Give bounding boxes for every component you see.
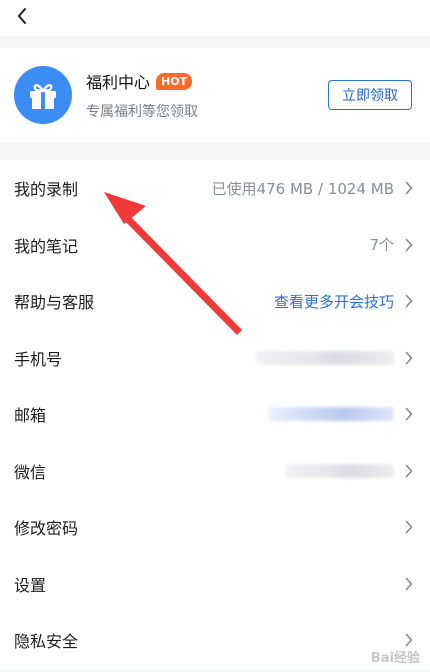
menu-item-wechat[interactable]: 微信 (0, 443, 430, 500)
menu-item-email[interactable]: 邮箱 (0, 386, 430, 443)
settings-list: 我的录制 已使用476 MB / 1024 MB 我的笔记 7个 帮助与客服 查… (0, 160, 430, 669)
menu-item-label: 微信 (14, 462, 47, 482)
chevron-right-icon (404, 181, 414, 195)
chevron-right-icon (404, 238, 414, 252)
chevron-right-icon (404, 407, 414, 421)
welfare-title: 福利中心 (86, 73, 151, 92)
menu-item-label: 邮箱 (14, 406, 47, 426)
section-gap (0, 142, 430, 160)
back-button[interactable] (10, 4, 34, 28)
chevron-right-icon (404, 464, 414, 478)
menu-item-label: 帮助与客服 (14, 293, 95, 313)
menu-item-my-recordings[interactable]: 我的录制 已使用476 MB / 1024 MB (0, 160, 430, 217)
menu-item-label: 我的录制 (14, 180, 79, 200)
redacted-phone-value (256, 350, 394, 365)
redacted-wechat-value (286, 463, 394, 478)
chevron-right-icon (404, 577, 414, 591)
baidu-watermark: Bai经验 (370, 651, 420, 666)
hot-badge: HOT (156, 72, 193, 90)
chevron-right-icon (404, 520, 414, 534)
menu-item-change-password[interactable]: 修改密码 (0, 499, 430, 556)
storage-usage-value: 已使用476 MB / 1024 MB (211, 179, 394, 198)
chevron-left-icon (18, 8, 26, 24)
menu-item-label: 隐私安全 (14, 632, 79, 652)
notes-count-value: 7个 (369, 236, 394, 255)
chevron-right-icon (404, 351, 414, 365)
menu-item-label: 设置 (14, 575, 47, 595)
welfare-center-card[interactable]: 福利中心 HOT 专属福利等您领取 立即领取 (0, 48, 430, 142)
menu-item-label: 手机号 (14, 349, 63, 369)
welfare-title-row: 福利中心 HOT (86, 69, 198, 93)
menu-item-my-notes[interactable]: 我的笔记 7个 (0, 217, 430, 274)
chevron-right-icon (404, 633, 414, 647)
gift-icon (14, 66, 72, 124)
chevron-right-icon (404, 294, 414, 308)
menu-item-privacy-security[interactable]: 隐私安全 (0, 612, 430, 669)
account-settings-page: 福利中心 HOT 专属福利等您领取 立即领取 我的录制 已使用476 MB / … (0, 0, 430, 672)
menu-item-phone[interactable]: 手机号 (0, 330, 430, 387)
section-gap (0, 36, 430, 48)
welfare-text: 福利中心 HOT 专属福利等您领取 (86, 69, 198, 121)
claim-now-button[interactable]: 立即领取 (328, 80, 412, 110)
menu-item-settings[interactable]: 设置 (0, 556, 430, 613)
welfare-subtitle: 专属福利等您领取 (86, 104, 198, 120)
menu-item-label: 修改密码 (14, 519, 79, 539)
top-bar (0, 0, 430, 36)
meeting-tips-link[interactable]: 查看更多开会技巧 (274, 291, 394, 312)
menu-item-label: 我的笔记 (14, 236, 79, 256)
menu-item-help-support[interactable]: 帮助与客服 查看更多开会技巧 (0, 273, 430, 330)
redacted-email-value (268, 407, 394, 422)
